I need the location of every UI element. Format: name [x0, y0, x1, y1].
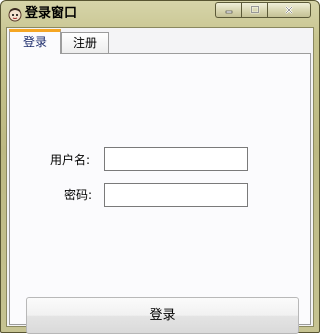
minimize-button[interactable] — [215, 2, 241, 18]
close-button[interactable] — [267, 2, 311, 18]
tab-bar: 登录 注册 — [7, 28, 313, 54]
username-input[interactable] — [104, 147, 248, 171]
username-label: 用户名: — [50, 153, 91, 167]
close-icon — [285, 6, 293, 14]
app-icon — [7, 6, 23, 22]
password-input[interactable] — [104, 183, 248, 207]
minimize-icon — [225, 10, 232, 14]
window-title: 登录窗口 — [25, 6, 78, 21]
tab-register[interactable]: 注册 — [61, 32, 109, 54]
window-client-area: 登录 注册 用户名: 密码: 登录 — [6, 27, 314, 334]
maximize-icon — [250, 5, 259, 14]
login-button[interactable]: 登录 — [26, 297, 299, 334]
maximize-button[interactable] — [241, 2, 267, 18]
tab-login[interactable]: 登录 — [9, 29, 61, 54]
title-bar[interactable]: 登录窗口 — [1, 1, 319, 27]
login-panel: 用户名: 密码: 登录 — [9, 53, 311, 334]
window-controls — [215, 2, 311, 18]
password-label: 密码: — [64, 188, 93, 202]
login-window: 登录窗口 登录 注册 用户名: 密码: 登录 — [0, 0, 320, 334]
